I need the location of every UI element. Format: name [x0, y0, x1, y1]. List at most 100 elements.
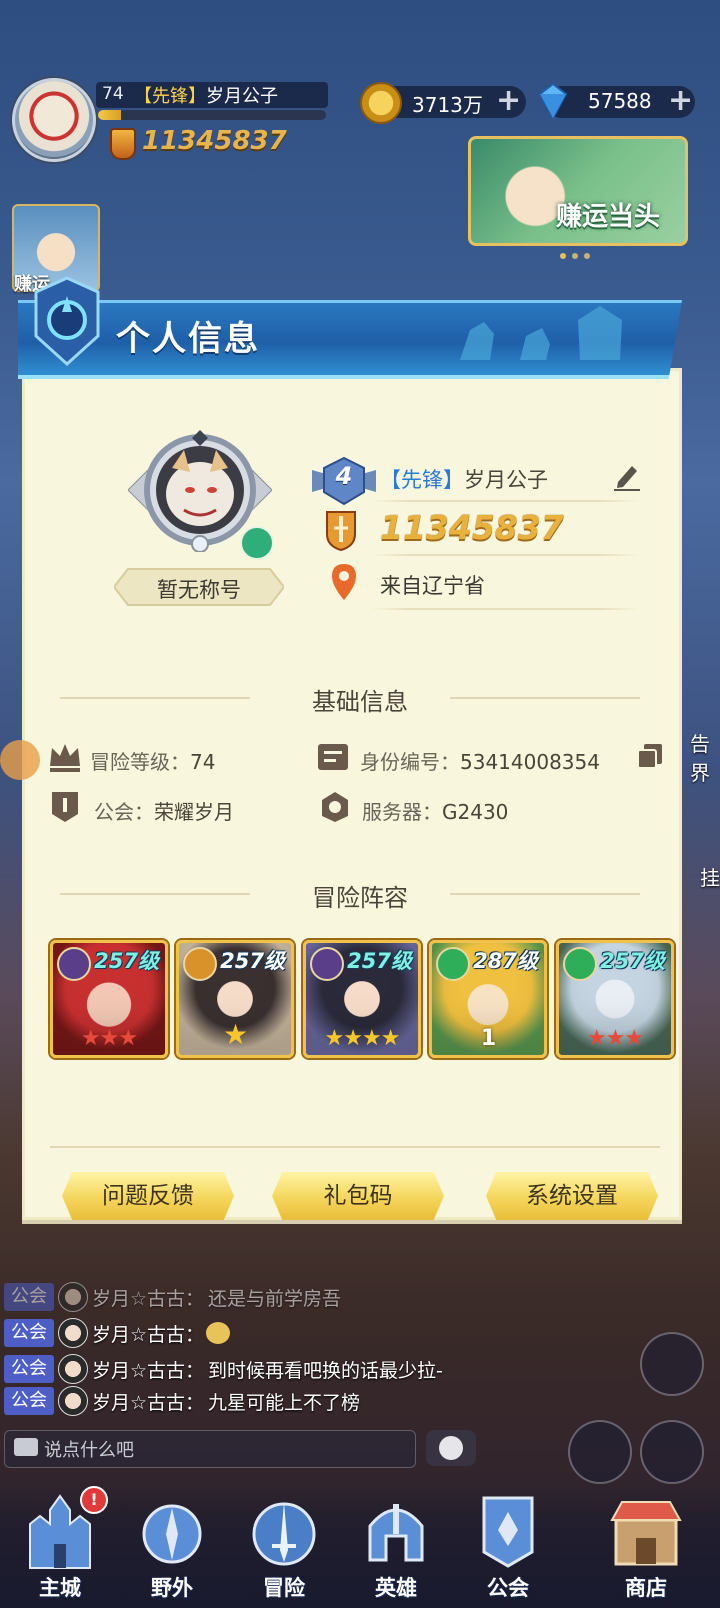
server-icon: [322, 792, 348, 822]
add-gold-button[interactable]: +: [496, 86, 521, 116]
helmet-icon: [368, 1504, 424, 1562]
xp-bar: [98, 110, 326, 120]
guild-info-value: 荣耀岁月: [154, 800, 234, 824]
nav-shop[interactable]: 商店: [592, 1480, 700, 1608]
emoji-button[interactable]: [426, 1430, 476, 1466]
location-pin-icon: [332, 564, 356, 600]
player-name: 岁月公子: [206, 86, 278, 107]
side-label: 挂: [700, 866, 720, 890]
hero-stars: ★★★★: [324, 1026, 401, 1051]
nav-label: 冒险: [263, 1576, 305, 1600]
footer-divider: [50, 1146, 660, 1148]
friends-button[interactable]: [640, 1332, 704, 1396]
hero-card[interactable]: 287级 1: [429, 940, 547, 1058]
hero-level: 287级: [473, 949, 538, 973]
hero-card[interactable]: 257级 ★★★: [50, 940, 168, 1058]
player-avatar[interactable]: [12, 78, 96, 162]
chat-guild-tag: 公会: [4, 1387, 54, 1415]
hero-stars: 1: [480, 1026, 496, 1051]
adventure-level-label: 冒险等级：: [90, 750, 190, 774]
faction-icon: [57, 947, 91, 981]
server-info-label: 服务器：: [362, 800, 442, 824]
header-silhouette-decor: [460, 306, 622, 360]
hero-card[interactable]: 257级 ★★★: [556, 940, 674, 1058]
nav-label: 商店: [625, 1576, 667, 1600]
nav-label: 野外: [151, 1576, 193, 1600]
combat-power-value: 11345837: [380, 508, 564, 547]
separator: [370, 500, 640, 502]
hero-level: 257级: [600, 949, 665, 973]
guild-banner-icon: [482, 1496, 534, 1568]
chat-sender: 岁月☆古古：: [92, 1323, 205, 1346]
chat-avatar: [58, 1354, 88, 1384]
location-text: 来自辽宁省: [380, 574, 485, 598]
power-icon: [110, 128, 136, 160]
player-id-value: 53414008354: [460, 750, 600, 774]
chat-message: 公会 岁月☆古古： 还是与前学房吾: [4, 1282, 341, 1314]
nav-guild[interactable]: 公会: [454, 1480, 562, 1608]
guild-tag: 【先锋】: [134, 86, 206, 107]
hero-level: 257级: [347, 949, 412, 973]
copy-icon[interactable]: [636, 742, 664, 770]
guild-info: 公会：荣耀岁月: [94, 796, 234, 825]
gold-value: 3713万: [412, 93, 483, 117]
bag-button[interactable]: [640, 1420, 704, 1484]
profile-name-line: 【先锋】岁月公子: [380, 464, 548, 494]
hero-card[interactable]: 257级 ★: [176, 940, 294, 1058]
panel-emblem-icon: [34, 276, 100, 366]
smiley-icon: [439, 1436, 463, 1460]
panel-title: 个人信息: [116, 319, 260, 359]
nav-adventure[interactable]: 冒险: [230, 1480, 338, 1608]
server-info: 服务器：G2430: [362, 796, 508, 825]
chat-sender: 岁月☆古古：: [92, 1359, 205, 1382]
portrait-settings-icon[interactable]: [240, 526, 274, 560]
guild-info-label: 公会：: [94, 800, 154, 824]
add-gems-button[interactable]: +: [668, 86, 693, 116]
faction-icon: [183, 947, 217, 981]
rank-value: 4: [335, 462, 353, 490]
banner-page-dots: [560, 244, 600, 259]
chat-message: 公会 岁月☆古古： 到时候再看吧换的话最少拉-: [4, 1354, 443, 1386]
crown-icon: [50, 744, 80, 772]
system-settings-button[interactable]: 系统设置: [486, 1172, 658, 1220]
chat-sender: 岁月☆古古：: [92, 1391, 205, 1414]
hero-stars: ★: [222, 1018, 248, 1051]
chat-sender: 岁月☆古古：: [92, 1287, 205, 1310]
sword-portal-icon: [252, 1502, 316, 1566]
profile-player-name: 岁月公子: [464, 468, 548, 492]
gold-coin-icon: [360, 82, 402, 124]
basic-info-heading: 基础信息: [312, 688, 408, 716]
gift-code-button[interactable]: 礼包码: [272, 1172, 444, 1220]
feedback-button[interactable]: 问题反馈: [62, 1172, 234, 1220]
chat-text: 九星可能上不了榜: [208, 1391, 361, 1414]
separator: [370, 608, 640, 610]
hero-stars: ★★★: [80, 1026, 138, 1051]
nav-heroes[interactable]: 英雄: [342, 1480, 450, 1608]
xp-bar-fill: [98, 110, 121, 120]
notification-badge: !: [80, 1486, 108, 1514]
side-star-icon[interactable]: [0, 740, 40, 780]
faction-icon: [436, 947, 470, 981]
chat-avatar: [58, 1386, 88, 1416]
diamond-icon: [538, 82, 568, 121]
chat-guild-tag: 公会: [4, 1319, 54, 1347]
chat-guild-tag: 公会: [4, 1355, 54, 1383]
player-level: 74: [102, 84, 124, 104]
hero-level: 257级: [220, 949, 285, 973]
adventure-level-value: 74: [190, 750, 216, 774]
chat-emoji-icon: [206, 1322, 231, 1344]
chat-text: 还是与前学房吾: [208, 1287, 342, 1310]
hero-card[interactable]: 257级 ★★★★: [303, 940, 421, 1058]
guild-shield-icon: [52, 792, 78, 822]
chat-avatar: [58, 1318, 88, 1348]
ranking-button[interactable]: [568, 1420, 632, 1484]
faction-icon: [563, 947, 597, 981]
separator: [370, 554, 640, 556]
edit-name-icon[interactable]: [610, 458, 644, 492]
profile-guild-tag: 【先锋】: [380, 468, 464, 492]
nav-wild[interactable]: 野外: [118, 1480, 226, 1608]
nav-label: 英雄: [375, 1576, 417, 1600]
event-banner-label: 赚运当头: [556, 202, 661, 232]
player-name-top: 【先锋】岁月公子: [134, 82, 278, 108]
chat-text: 到时候再看吧换的话最少拉-: [208, 1359, 443, 1382]
